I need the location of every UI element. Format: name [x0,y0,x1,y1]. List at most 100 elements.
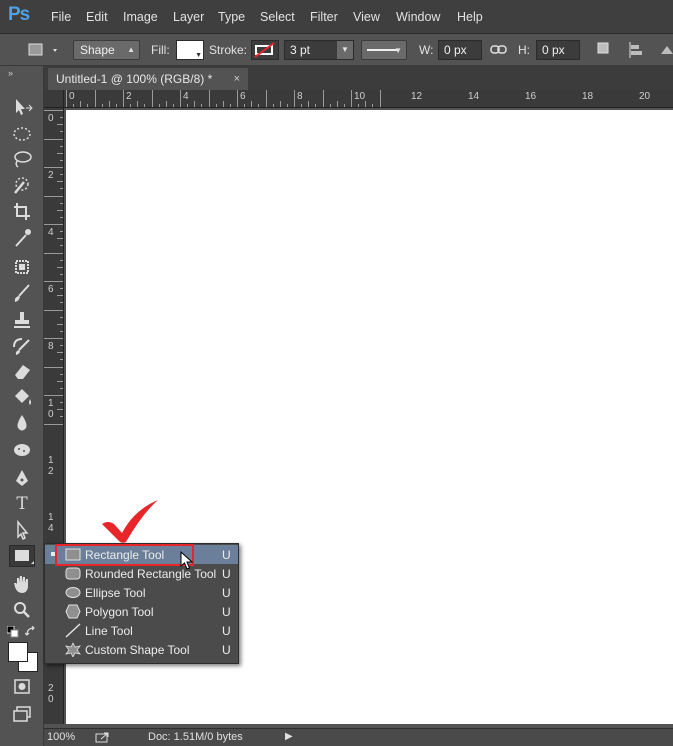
ruler-label: 0 [48,113,54,124]
ruler-tick [365,101,367,107]
ruler-label: 20 [48,683,54,705]
default-colors-icon[interactable] [7,626,19,638]
quick-mask-button[interactable] [9,676,35,698]
ruler-tick [151,90,153,107]
width-label: W: [419,43,434,57]
screen-mode-button[interactable] [9,703,35,725]
ruler-tick [60,174,63,176]
menu-help[interactable]: Help [457,10,483,24]
pen-tool[interactable] [9,467,35,489]
ruler-tick [165,101,167,107]
paint-bucket-tool[interactable] [9,386,35,408]
ruler-tick [60,131,63,133]
height-field[interactable]: 0 px [536,40,580,60]
foreground-color-swatch[interactable] [8,642,28,662]
crop-tool[interactable] [9,200,35,222]
lasso-tool[interactable] [9,148,35,170]
menu-type[interactable]: Type [218,10,245,24]
pen-icon [16,470,28,486]
brush-icon [14,284,30,302]
menu-image[interactable]: Image [123,10,158,24]
menu-bar: Ps File Edit Image Layer Type Select Fil… [0,0,673,34]
flyout-item-custom-shape-tool[interactable]: Custom Shape Tool U [45,640,238,659]
menu-filter[interactable]: Filter [310,10,338,24]
menu-window[interactable]: Window [396,10,440,24]
ruler-origin[interactable] [44,90,64,108]
ruler-tick [101,104,103,107]
blur-tool[interactable] [9,412,35,434]
stroke-width-field[interactable]: 3 pt ▼ [284,40,354,60]
link-icon[interactable] [490,44,508,56]
marquee-tool[interactable] [9,123,35,145]
ruler-label: 4 [183,91,189,102]
path-alignment-icon[interactable] [628,42,644,58]
close-icon[interactable]: × [234,68,240,90]
stroke-label: Stroke: [209,43,248,57]
menu-file[interactable]: File [51,10,71,24]
menu-view[interactable]: View [353,10,380,24]
hand-tool[interactable] [9,573,35,595]
width-field[interactable]: 0 px [438,40,482,60]
healing-brush-tool[interactable] [9,256,35,278]
status-menu-arrow-icon[interactable]: ▶ [285,731,293,742]
ruler-tick [329,104,331,107]
tool-preset-picker[interactable] [24,40,64,60]
flyout-item-label: Ellipse Tool [85,586,146,600]
ruler-tick [44,252,63,254]
brush-tool[interactable] [9,282,35,304]
flyout-item-ellipse-tool[interactable]: Ellipse Tool U [45,583,238,602]
export-icon[interactable] [95,732,111,744]
sponge-tool[interactable] [9,439,35,461]
menu-select[interactable]: Select [260,10,295,24]
ruler-tick [265,90,267,107]
ruler-tick [57,323,63,325]
clone-stamp-tool[interactable] [9,309,35,331]
ruler-label: 2 [48,170,54,181]
panel-collapse-icon[interactable]: » [8,68,13,78]
zoom-tool[interactable] [9,599,35,621]
ruler-tick [60,245,63,247]
ruler-tick [272,104,274,107]
swap-colors-icon[interactable] [25,626,37,638]
ruler-tick [44,366,63,368]
quick-selection-tool[interactable] [9,174,35,196]
document-tab[interactable]: Untitled-1 @ 100% (RGB/8) * × [48,68,248,90]
eraser-tool[interactable] [9,360,35,382]
move-tool[interactable] [9,96,35,118]
ruler-tick [44,110,63,111]
ruler-tick [308,101,310,107]
zoom-level[interactable]: 100% [47,731,75,743]
fill-label: Fill: [151,43,170,57]
path-operations-icon[interactable] [597,42,611,56]
stroke-swatch[interactable] [251,40,279,60]
fill-swatch[interactable]: ▼ [176,40,204,60]
ruler-label: 8 [297,91,303,102]
paint-bucket-icon [15,389,31,405]
droplet-icon [17,415,27,431]
menu-edit[interactable]: Edit [86,10,108,24]
ruler-tick [44,309,63,311]
eraser-icon [15,365,30,379]
status-bar: 100% Doc: 1.51M/0 bytes ▶ [44,728,673,746]
flyout-item-line-tool[interactable]: Line Tool U [45,621,238,640]
type-tool[interactable]: T [9,493,35,515]
path-selection-tool[interactable] [9,519,35,541]
menu-layer[interactable]: Layer [173,10,204,24]
ruler-tick [60,188,63,190]
mode-dropdown[interactable]: Shape ▲ [73,40,140,60]
eyedropper-tool[interactable] [9,227,35,249]
rectangle-tool[interactable] [9,545,35,567]
ruler-tick [60,373,63,375]
ruler-tick [87,104,89,107]
path-arrangement-icon[interactable] [659,42,673,58]
rounded-rectangle-icon [65,567,81,580]
healing-brush-icon [15,260,29,274]
shortcut-key: U [222,567,231,581]
history-brush-icon [13,338,30,355]
updown-icon: ▲ [127,45,135,54]
history-brush-tool[interactable] [9,335,35,357]
flyout-item-rounded-rectangle-tool[interactable]: Rounded Rectangle Tool U [45,564,238,583]
stroke-type-dropdown[interactable]: ▼ [361,40,407,60]
ruler-tick [73,104,75,107]
flyout-item-polygon-tool[interactable]: Polygon Tool U [45,602,238,621]
